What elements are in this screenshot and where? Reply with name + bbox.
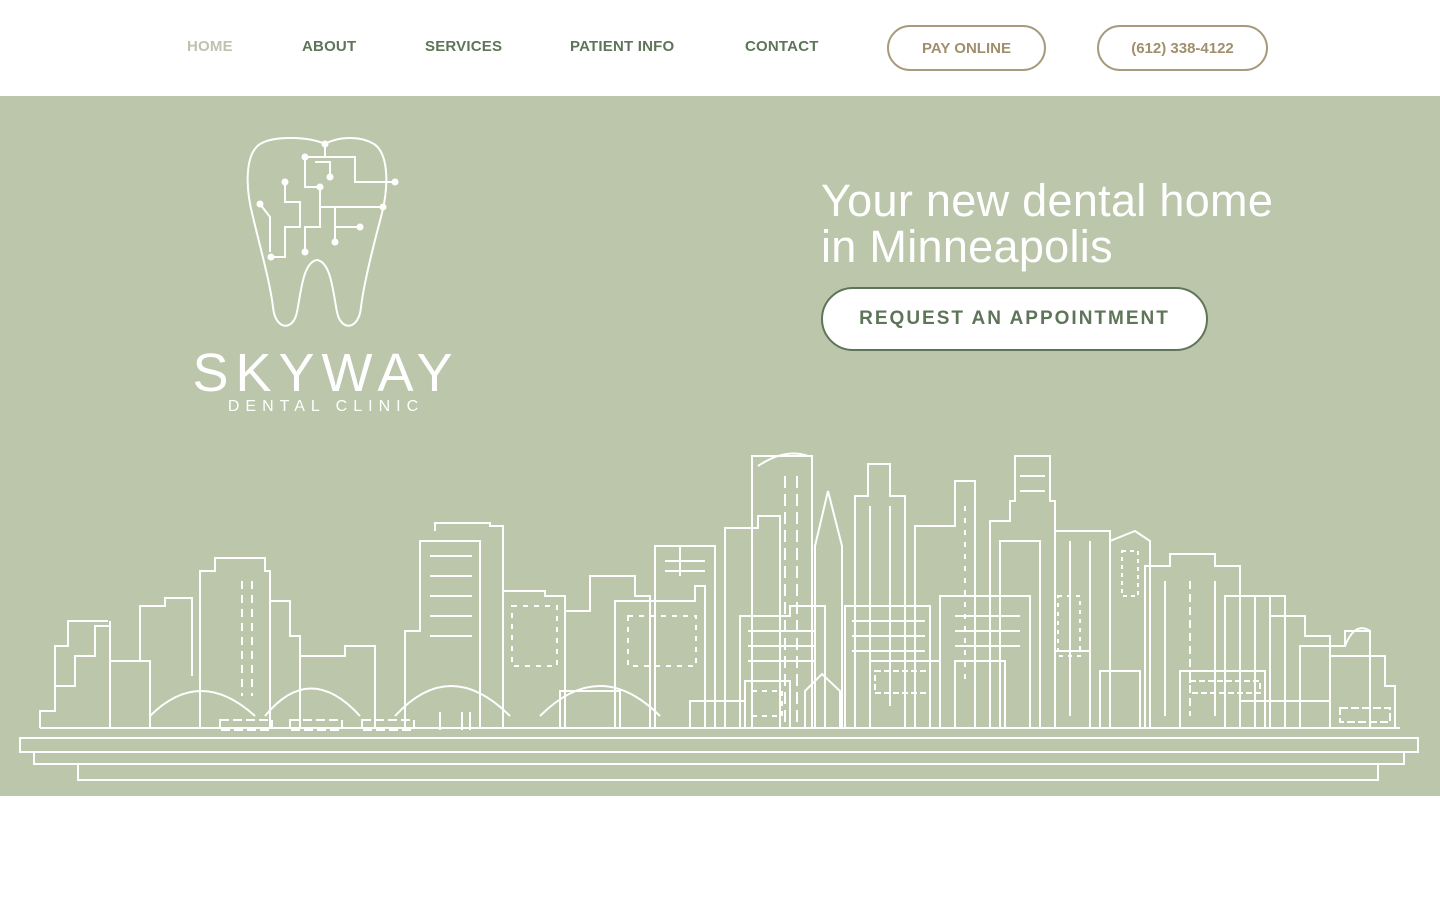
phone-button[interactable]: (612) 338-4122 (1097, 25, 1268, 71)
brand-name: SKYWAY (192, 343, 460, 403)
nav-about[interactable]: ABOUT (302, 38, 356, 55)
nav-home[interactable]: HOME (187, 38, 233, 55)
nav-patient-info[interactable]: PATIENT INFO (570, 38, 674, 55)
pay-online-button[interactable]: PAY ONLINE (887, 25, 1046, 71)
brand-tagline: DENTAL CLINIC (227, 398, 425, 415)
top-navigation: HOME ABOUT SERVICES PATIENT INFO CONTACT… (0, 0, 1440, 96)
nav-services[interactable]: SERVICES (425, 38, 502, 55)
headline-line-1: Your new dental home (821, 175, 1274, 226)
tooth-circuit-icon (246, 136, 399, 327)
minneapolis-skyline-illustration (19, 452, 1419, 781)
request-appointment-button[interactable]: REQUEST AN APPOINTMENT (821, 287, 1208, 351)
hero-banner: SKYWAY DENTAL CLINIC Your new dental hom… (0, 96, 1440, 796)
nav-contact[interactable]: CONTACT (745, 38, 819, 55)
hero-headline: Your new dental home in Minneapolis (821, 178, 1381, 270)
headline-line-2: in Minneapolis (821, 221, 1113, 272)
